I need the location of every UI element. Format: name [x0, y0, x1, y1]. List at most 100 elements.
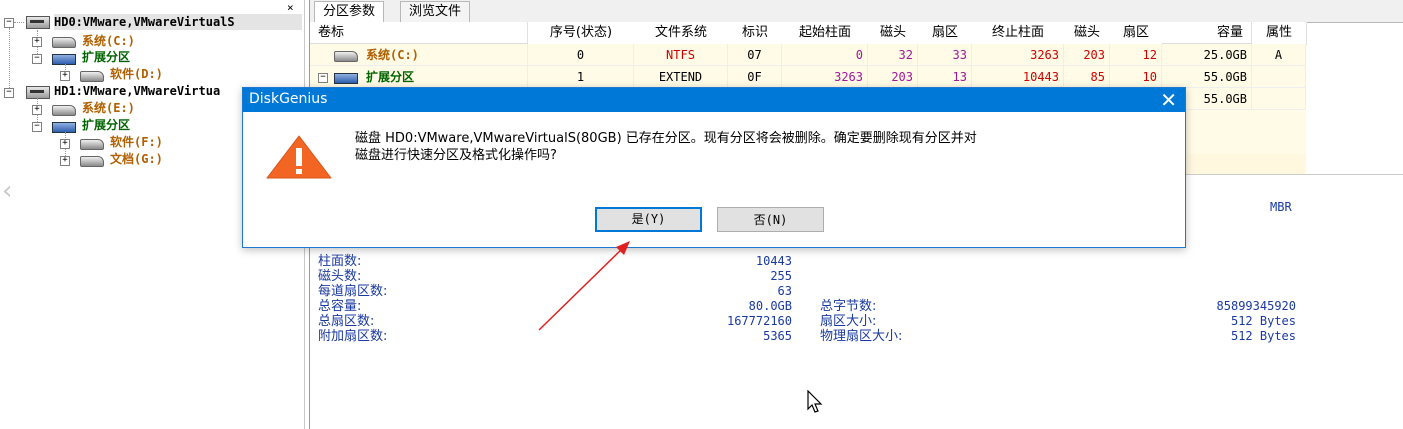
row-end-sec: 12	[1110, 44, 1162, 66]
col-header-end-sec[interactable]: 扇区	[1110, 22, 1163, 45]
info-value-total-sectors: 167772160	[726, 314, 792, 328]
col-header-attr[interactable]: 属性	[1252, 22, 1307, 45]
tab-partition-params[interactable]: 分区参数	[314, 1, 385, 22]
col-header-end-cyl[interactable]: 终止柱面	[972, 22, 1065, 45]
info-label-total-sectors: 总扇区数:	[318, 314, 375, 329]
row-size: 55.0GB	[1162, 66, 1252, 88]
tree-close-button[interactable]: ×	[287, 1, 294, 14]
info-label-cylinders: 柱面数:	[318, 254, 362, 269]
info-value-heads: 255	[770, 269, 792, 283]
row-end-sec: 10	[1110, 66, 1162, 88]
expand-toggle-row[interactable]: −	[318, 73, 328, 83]
info-value-sectors-per-track: 63	[777, 284, 792, 298]
row-start-head: 203	[868, 66, 918, 88]
table-row[interactable]: 系统(C:) 0 NTFS 07 0 32 33 3263 203 12 25.…	[310, 44, 1306, 66]
row-start-sec: 33	[918, 44, 972, 66]
info-label-physical-sector-size: 物理扇区大小:	[820, 329, 903, 344]
col-header-end-head[interactable]: 磁头	[1064, 22, 1111, 45]
dialog-message-line-1: 磁盘 HD0:VMware,VMwareVirtualS(80GB) 已存在分区…	[355, 131, 977, 146]
row-attr	[1252, 88, 1306, 110]
expand-toggle-hd1[interactable]: −	[4, 88, 14, 98]
tree-item-system-c[interactable]: 系统(C:)	[82, 33, 135, 49]
col-header-index[interactable]: 序号(状态)	[528, 22, 635, 45]
expand-toggle-ext0[interactable]: −	[32, 54, 42, 64]
dialog-title-bar[interactable]: DiskGenius ✕	[243, 88, 1185, 112]
tree-item-extended-1[interactable]: 扩展分区	[82, 117, 130, 133]
dialog-message: 磁盘 HD0:VMware,VMwareVirtualS(80GB) 已存在分区…	[355, 130, 1155, 164]
col-header-size[interactable]: 容量	[1162, 22, 1252, 44]
info-label-heads: 磁头数:	[318, 269, 362, 284]
row-start-sec: 13	[918, 66, 972, 88]
dialog-message-line-2: 磁盘进行快速分区及格式化操作吗?	[355, 148, 557, 163]
info-label-sectors-per-track: 每道扇区数:	[318, 284, 388, 299]
tree-item-hd1[interactable]: HD1:VMware,VMwareVirtua	[54, 83, 220, 99]
extended-partition-icon	[52, 122, 76, 133]
info-label-total-capacity: 总容量:	[318, 299, 362, 314]
expand-toggle-e[interactable]: +	[32, 105, 42, 115]
info-value-total-bytes: 85899345920	[1216, 299, 1296, 313]
tree-item-system-e[interactable]: 系统(E:)	[82, 100, 135, 116]
col-header-label[interactable]: 卷标	[310, 22, 528, 44]
col-header-id[interactable]: 标识	[728, 22, 783, 45]
expand-toggle-d[interactable]: +	[60, 71, 70, 81]
tree-item-software-f[interactable]: 软件(F:)	[110, 134, 163, 150]
extended-partition-icon	[334, 73, 358, 84]
dialog-title: DiskGenius	[249, 91, 328, 107]
tab-bar: 分区参数 浏览文件	[310, 0, 1403, 23]
info-label-sector-size: 扇区大小:	[820, 314, 877, 329]
row-id: 0F	[728, 66, 782, 88]
disk-icon	[26, 86, 50, 99]
row-id: 07	[728, 44, 782, 66]
table-row[interactable]: − 扩展分区 1 EXTEND 0F 3263 203 13 10443 85 …	[310, 66, 1306, 88]
confirm-dialog: DiskGenius ✕ 磁盘 HD0:VMware,VMwareVirtual…	[242, 87, 1186, 248]
row-fs: NTFS	[634, 44, 728, 66]
col-header-fs[interactable]: 文件系统	[634, 22, 729, 45]
partition-icon	[80, 71, 104, 82]
disk-icon	[26, 16, 50, 29]
partition-icon	[334, 51, 358, 62]
row-start-cyl: 0	[782, 44, 868, 66]
partition-icon	[80, 139, 104, 150]
row-attr: A	[1252, 44, 1306, 66]
partition-style: MBR	[1270, 200, 1292, 214]
tree-item-software-d[interactable]: 软件(D:)	[110, 66, 163, 82]
partition-icon	[52, 37, 76, 48]
row-size: 25.0GB	[1162, 44, 1252, 66]
tab-browse-files[interactable]: 浏览文件	[400, 1, 471, 22]
no-button[interactable]: 否(N)	[717, 207, 824, 232]
info-value-total-capacity: 80.0GB	[748, 299, 792, 313]
partition-icon	[52, 105, 76, 116]
col-header-start-head[interactable]: 磁头	[868, 22, 919, 45]
row-index: 1	[528, 66, 634, 88]
row-attr	[1252, 66, 1306, 88]
warning-icon	[266, 135, 332, 179]
tree-item-hd0[interactable]: HD0:VMware,VMwareVirtualS	[54, 14, 302, 30]
row-fs: EXTEND	[634, 66, 728, 88]
row-end-cyl: 10443	[972, 66, 1064, 88]
tree-item-extended-0[interactable]: 扩展分区	[82, 49, 130, 65]
yes-button[interactable]: 是(Y)	[595, 207, 702, 232]
col-header-start-cyl[interactable]: 起始柱面	[782, 22, 869, 45]
info-label-extra-sectors: 附加扇区数:	[318, 329, 388, 344]
extended-partition-icon	[52, 54, 76, 65]
col-header-start-sec[interactable]: 扇区	[918, 22, 973, 45]
expand-toggle-g[interactable]: +	[60, 156, 70, 166]
row-start-head: 32	[868, 44, 918, 66]
row-label: 系统(C:)	[366, 48, 419, 62]
info-value-physical-sector-size: 512 Bytes	[1230, 329, 1296, 343]
expand-toggle-hd0[interactable]: −	[4, 18, 14, 28]
expand-toggle-f[interactable]: +	[60, 139, 70, 149]
info-value-extra-sectors: 5365	[763, 329, 792, 343]
left-chevron-icon[interactable]: ‹	[2, 176, 12, 206]
row-start-cyl: 3263	[782, 66, 868, 88]
expand-toggle-c[interactable]: +	[32, 37, 42, 47]
info-label-total-bytes: 总字节数:	[820, 299, 877, 314]
info-value-sector-size: 512 Bytes	[1230, 314, 1296, 328]
expand-toggle-ext1[interactable]: −	[32, 122, 42, 132]
tree-item-docs-g[interactable]: 文档(G:)	[110, 151, 163, 167]
dialog-close-button[interactable]: ✕	[1160, 89, 1177, 111]
info-value-cylinders: 10443	[755, 254, 792, 268]
row-label: 扩展分区	[366, 70, 415, 84]
row-end-head: 203	[1064, 44, 1110, 66]
partition-icon	[80, 156, 104, 167]
